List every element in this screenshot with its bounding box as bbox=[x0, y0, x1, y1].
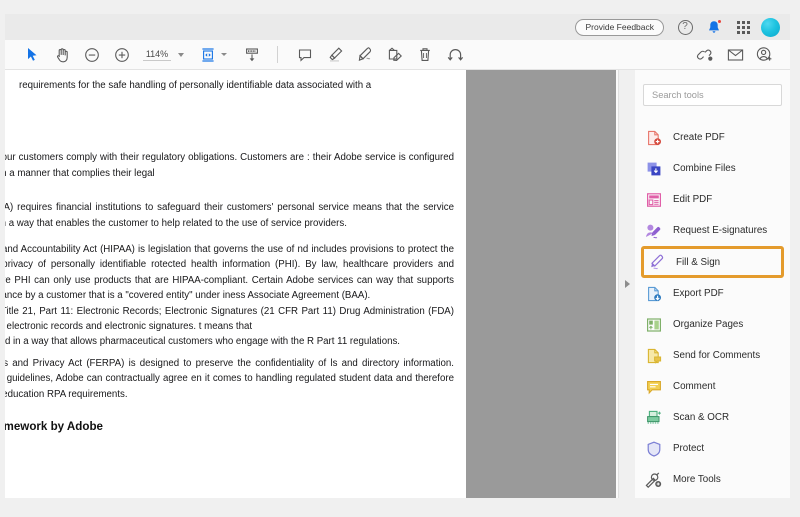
doc-paragraph: requirements for the safe handling of pe… bbox=[19, 80, 372, 91]
rotate-button[interactable] bbox=[440, 41, 470, 69]
organize-pages-icon bbox=[645, 316, 662, 333]
zoom-level-value: 114% bbox=[143, 49, 171, 61]
sidebar-item-export-pdf[interactable]: Export PDF bbox=[635, 278, 790, 309]
draw-freehand-button[interactable] bbox=[350, 41, 380, 69]
scroll-mode-button[interactable] bbox=[237, 41, 267, 69]
bell-shape bbox=[707, 18, 722, 35]
export-pdf-icon bbox=[645, 285, 662, 302]
comment-icon bbox=[645, 378, 662, 395]
doc-paragraph: ce Portability and Accountability Act (H… bbox=[5, 244, 454, 302]
more-tools-icon bbox=[645, 471, 662, 488]
sidebar-item-label: Scan & OCR bbox=[673, 412, 730, 423]
sidebar-item-combine-files[interactable]: Combine Files bbox=[635, 153, 790, 184]
create-pdf-icon bbox=[645, 129, 662, 146]
sidebar-item-label: More Tools bbox=[673, 474, 721, 485]
notification-badge bbox=[717, 18, 722, 24]
doc-paragraph: ces that help our customers comply with … bbox=[5, 152, 454, 179]
chevron-right-icon bbox=[624, 280, 630, 288]
select-cursor-tool[interactable] bbox=[17, 41, 47, 69]
send-for-comments-icon bbox=[645, 347, 662, 364]
sidebar-item-label: Export PDF bbox=[673, 288, 724, 299]
provide-feedback-button[interactable]: Provide Feedback bbox=[575, 18, 664, 36]
sidebar-item-create-pdf[interactable]: Create PDF bbox=[635, 122, 790, 153]
sidebar-item-label: Organize Pages bbox=[673, 319, 744, 330]
sidebar-item-label: Combine Files bbox=[673, 163, 736, 174]
sidebar-item-comment[interactable]: Comment bbox=[635, 371, 790, 402]
doc-heading: ontrols Framework by Adobe bbox=[5, 420, 103, 434]
top-header-bar: Provide Feedback ? bbox=[5, 14, 790, 40]
fit-page-button[interactable] bbox=[198, 41, 218, 69]
tools-panel-expand-button[interactable] bbox=[618, 70, 635, 498]
tools-sidebar: Search tools Create PDF Combine Files Ed… bbox=[635, 70, 790, 498]
doc-paragraph: l Regulation, Title 21, Part 11: Electro… bbox=[5, 305, 454, 333]
help-glyph: ? bbox=[677, 19, 693, 35]
doc-paragraph: ured to be used in a way that allows pha… bbox=[5, 336, 401, 348]
sidebar-item-label: Send for Comments bbox=[673, 350, 761, 361]
sidebar-item-scan-and-ocr[interactable]: Scan & OCR bbox=[635, 402, 790, 433]
sidebar-item-send-for-comments[interactable]: Send for Comments bbox=[635, 340, 790, 371]
doc-paragraph: liley Act (GLBA) requires financial inst… bbox=[5, 202, 454, 229]
search-tools-placeholder: Search tools bbox=[652, 90, 704, 100]
zoom-out-button[interactable] bbox=[77, 41, 107, 69]
email-button[interactable] bbox=[720, 41, 750, 69]
fill-and-sign-icon bbox=[648, 254, 665, 271]
window-bottom-strip bbox=[0, 498, 800, 517]
chevron-down-icon bbox=[178, 52, 184, 57]
page-gray-region bbox=[466, 70, 616, 498]
hand-tool[interactable] bbox=[47, 41, 77, 69]
sidebar-item-fill-and-sign[interactable]: Fill & Sign bbox=[641, 246, 784, 278]
grid-dots-shape bbox=[736, 20, 750, 34]
scan-and-ocr-icon bbox=[645, 409, 662, 426]
toolbar-divider bbox=[277, 46, 278, 63]
combine-files-icon bbox=[645, 160, 662, 177]
request-esignatures-icon bbox=[645, 222, 662, 239]
notification-bell-icon[interactable] bbox=[703, 16, 725, 38]
doc-paragraph: cational Rights and Privacy Act (FERPA) … bbox=[5, 357, 454, 400]
document-viewport[interactable]: requirements for the safe handling of pe… bbox=[5, 70, 790, 498]
sidebar-item-request-esignatures[interactable]: Request E-signatures bbox=[635, 215, 790, 246]
sidebar-item-protect[interactable]: Protect bbox=[635, 433, 790, 464]
sidebar-item-label: Request E-signatures bbox=[673, 225, 768, 236]
sidebar-item-organize-pages[interactable]: Organize Pages bbox=[635, 309, 790, 340]
delete-button[interactable] bbox=[410, 41, 440, 69]
sidebar-item-label: Edit PDF bbox=[673, 194, 713, 205]
edit-pdf-icon bbox=[645, 191, 662, 208]
help-icon[interactable]: ? bbox=[674, 16, 696, 38]
share-link-button[interactable] bbox=[690, 41, 720, 69]
pdf-page: requirements for the safe handling of pe… bbox=[5, 70, 466, 498]
sidebar-item-edit-pdf[interactable]: Edit PDF bbox=[635, 184, 790, 215]
sidebar-item-label: Protect bbox=[673, 443, 705, 454]
zoom-in-button[interactable] bbox=[107, 41, 137, 69]
add-stamp-button[interactable] bbox=[380, 41, 410, 69]
document-toolbar: 114% bbox=[5, 40, 790, 70]
search-tools-input[interactable]: Search tools bbox=[643, 84, 782, 106]
fit-page-dropdown-icon[interactable] bbox=[221, 53, 227, 56]
zoom-level-selector[interactable]: 114% bbox=[143, 49, 184, 61]
sidebar-item-label: Fill & Sign bbox=[676, 256, 721, 268]
sidebar-item-more-tools[interactable]: More Tools bbox=[635, 464, 790, 495]
sidebar-item-label: Create PDF bbox=[673, 132, 725, 143]
acrobat-window: Provide Feedback ? 114% requirements for… bbox=[0, 0, 800, 517]
add-person-button[interactable] bbox=[750, 41, 780, 69]
sidebar-item-label: Comment bbox=[673, 381, 716, 392]
user-avatar[interactable] bbox=[761, 17, 780, 37]
highlight-text-button[interactable] bbox=[320, 41, 350, 69]
protect-icon bbox=[645, 440, 662, 457]
add-comment-button[interactable] bbox=[290, 41, 320, 69]
app-grid-icon[interactable] bbox=[732, 16, 754, 38]
